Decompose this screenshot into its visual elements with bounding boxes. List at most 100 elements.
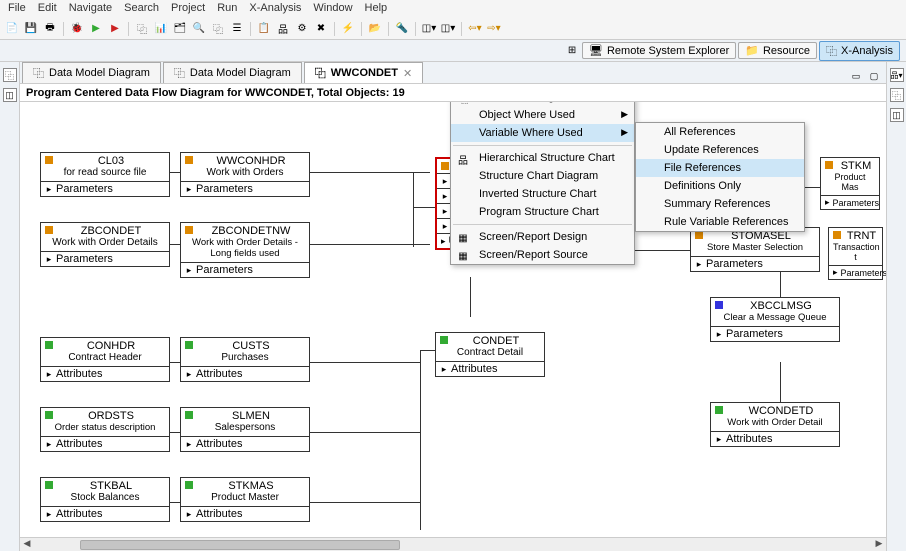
debug-icon[interactable]: 🐞 xyxy=(69,21,85,37)
view-icon[interactable]: ⿻ xyxy=(3,68,17,82)
menu-window[interactable]: Window xyxy=(313,2,352,16)
tool-icon[interactable]: 📊 xyxy=(153,21,169,37)
search-icon[interactable]: 🔦 xyxy=(394,21,410,37)
box-xbcclmsg[interactable]: XBCCLMSG Clear a Message Queue ▸Paramete… xyxy=(710,297,840,342)
box-stkbal[interactable]: STKBAL Stock Balances ▸Attributes xyxy=(40,477,170,522)
box-wwconhdr[interactable]: WWCONHDR Work with Orders ▸Parameters xyxy=(180,152,310,197)
new-icon[interactable]: 📄 xyxy=(4,21,20,37)
box-cl03[interactable]: CL03 for read source file ▸Parameters xyxy=(40,152,170,197)
box-zbcondetnw[interactable]: ZBCONDETNW Work with Order Details - Lon… xyxy=(180,222,310,278)
submenu-item[interactable]: Rule Variable References xyxy=(636,213,804,231)
menu-item-label: Variable Where Used xyxy=(479,127,583,139)
perspective-xanalysis[interactable]: ⿻X-Analysis xyxy=(819,41,900,61)
minimize-icon[interactable]: ▭ xyxy=(848,69,864,83)
scroll-left-icon[interactable]: ◀ xyxy=(20,538,34,552)
submenu-item[interactable]: All References xyxy=(636,123,804,141)
menu-navigate[interactable]: Navigate xyxy=(69,2,112,16)
context-menu[interactable]: 🔍Zoom Source⿻Data Flow DiagramObject Whe… xyxy=(450,102,635,265)
box-custs[interactable]: CUSTS Purchases ▸Attributes xyxy=(180,337,310,382)
scroll-thumb[interactable] xyxy=(80,540,400,550)
menu-item[interactable]: Object Where Used▶ xyxy=(451,106,634,124)
horizontal-scrollbar[interactable]: ◀ ▶ xyxy=(20,537,886,551)
separator xyxy=(63,22,64,36)
menu-separator xyxy=(453,224,632,225)
menu-item-icon: ▦ xyxy=(456,249,470,263)
view-icon[interactable]: ◫ xyxy=(890,108,904,122)
menu-item-label: Screen/Report Source xyxy=(479,249,588,261)
box-wcondetd[interactable]: WCONDETD Work with Order Detail ▸Attribu… xyxy=(710,402,840,447)
open-folder-icon[interactable]: 📂 xyxy=(367,21,383,37)
view-icon[interactable]: ◫ xyxy=(3,88,17,102)
menu-separator xyxy=(453,145,632,146)
box-stomasel[interactable]: STOMASEL Store Master Selection ▸Paramet… xyxy=(690,227,820,272)
tool-icon[interactable]: ⚙ xyxy=(294,21,310,37)
box-slmen[interactable]: SLMEN Salespersons ▸Attributes xyxy=(180,407,310,452)
view-icon[interactable]: 品▾ xyxy=(890,68,904,82)
menu-search[interactable]: Search xyxy=(124,2,159,16)
save-icon[interactable]: 💾 xyxy=(23,21,39,37)
tool-icon[interactable]: 🔍 xyxy=(191,21,207,37)
box-condet[interactable]: CONDET Contract Detail ▸Attributes xyxy=(435,332,545,377)
submenu-item[interactable]: File References xyxy=(636,159,804,177)
tool-icon[interactable]: 📋 xyxy=(256,21,272,37)
submenu-item-label: Summary References xyxy=(664,198,770,210)
tool-icon[interactable]: ◫▾ xyxy=(440,21,456,37)
separator xyxy=(250,22,251,36)
submenu-item[interactable]: Update References xyxy=(636,141,804,159)
tool-icon[interactable]: ☰ xyxy=(229,21,245,37)
print-icon[interactable]: 🖶 xyxy=(42,21,58,37)
box-zbcondet[interactable]: ZBCONDET Work with Order Details ▸Parame… xyxy=(40,222,170,267)
box-ordsts[interactable]: ORDSTS Order status description ▸Attribu… xyxy=(40,407,170,452)
tool-icon[interactable]: ✖ xyxy=(313,21,329,37)
menu-file[interactable]: File xyxy=(8,2,26,16)
submenu-item-label: Update References xyxy=(664,144,759,156)
tool-icon[interactable]: 🗂 xyxy=(172,21,188,37)
perspective-remote[interactable]: 🖥Remote System Explorer xyxy=(582,42,736,59)
close-icon[interactable]: ✕ xyxy=(403,67,412,80)
menu-run[interactable]: Run xyxy=(217,2,237,16)
status-icon xyxy=(185,156,193,164)
menu-help[interactable]: Help xyxy=(365,2,388,16)
tool-icon[interactable]: 品 xyxy=(275,21,291,37)
tool-icon[interactable]: ⿻ xyxy=(210,21,226,37)
separator xyxy=(388,22,389,36)
menu-item-label: Structure Chart Diagram xyxy=(479,170,598,182)
menu-xanalysis[interactable]: X-Analysis xyxy=(249,2,301,16)
forward-icon[interactable]: ⇨▾ xyxy=(486,21,502,37)
menu-project[interactable]: Project xyxy=(171,2,205,16)
tab-data-model-1[interactable]: ⿻Data Model Diagram xyxy=(22,62,161,83)
open-perspective-icon[interactable]: ⊞ xyxy=(564,43,580,59)
diagram-icon: ⿻ xyxy=(174,65,185,81)
maximize-icon[interactable]: ▢ xyxy=(866,69,882,83)
tab-data-model-2[interactable]: ⿻Data Model Diagram xyxy=(163,62,302,83)
menu-item[interactable]: 品Hierarchical Structure Chart xyxy=(451,149,634,167)
run-icon[interactable]: ▶ xyxy=(88,21,104,37)
context-submenu[interactable]: All References Update References File Refe… xyxy=(635,122,805,232)
tool-icon[interactable]: ⿻ xyxy=(134,21,150,37)
perspective-resource[interactable]: 📁Resource xyxy=(738,42,817,59)
submenu-item[interactable]: Summary References xyxy=(636,195,804,213)
scroll-right-icon[interactable]: ▶ xyxy=(872,538,886,552)
tool-icon[interactable]: ⚡ xyxy=(340,21,356,37)
tab-wwcondet[interactable]: ⿻WWCONDET✕ xyxy=(304,62,423,83)
menu-item[interactable]: Variable Where Used▶ xyxy=(451,124,634,142)
box-trnt[interactable]: TRNT Transaction t ▸Parameters xyxy=(828,227,883,280)
back-icon[interactable]: ⇦▾ xyxy=(467,21,483,37)
diagram-icon: ⿻ xyxy=(33,65,44,81)
tool-icon[interactable]: ◫▾ xyxy=(421,21,437,37)
chevron-right-icon: ▶ xyxy=(621,109,628,120)
menu-item[interactable]: ▦Screen/Report Design xyxy=(451,228,634,246)
menu-item[interactable]: Program Structure Chart xyxy=(451,203,634,221)
diagram-canvas[interactable]: CL03 for read source file ▸Parameters WW… xyxy=(20,102,886,551)
box-stkmas[interactable]: STKMAS Product Master ▸Attributes xyxy=(180,477,310,522)
menu-item[interactable]: ▦ Screen/Report Source xyxy=(451,246,634,264)
view-icon[interactable]: ⿻ xyxy=(890,88,904,102)
submenu-item[interactable]: Definitions Only xyxy=(636,177,804,195)
menu-item[interactable]: Structure Chart Diagram xyxy=(451,167,634,185)
ext-tools-icon[interactable]: ▶ xyxy=(107,21,123,37)
box-stkm[interactable]: STKM Product Mas ▸Parameters xyxy=(820,157,880,210)
menu-edit[interactable]: Edit xyxy=(38,2,57,16)
remote-icon: 🖥 xyxy=(589,44,603,57)
box-conhdr[interactable]: CONHDR Contract Header ▸Attributes xyxy=(40,337,170,382)
menu-item[interactable]: Inverted Structure Chart xyxy=(451,185,634,203)
